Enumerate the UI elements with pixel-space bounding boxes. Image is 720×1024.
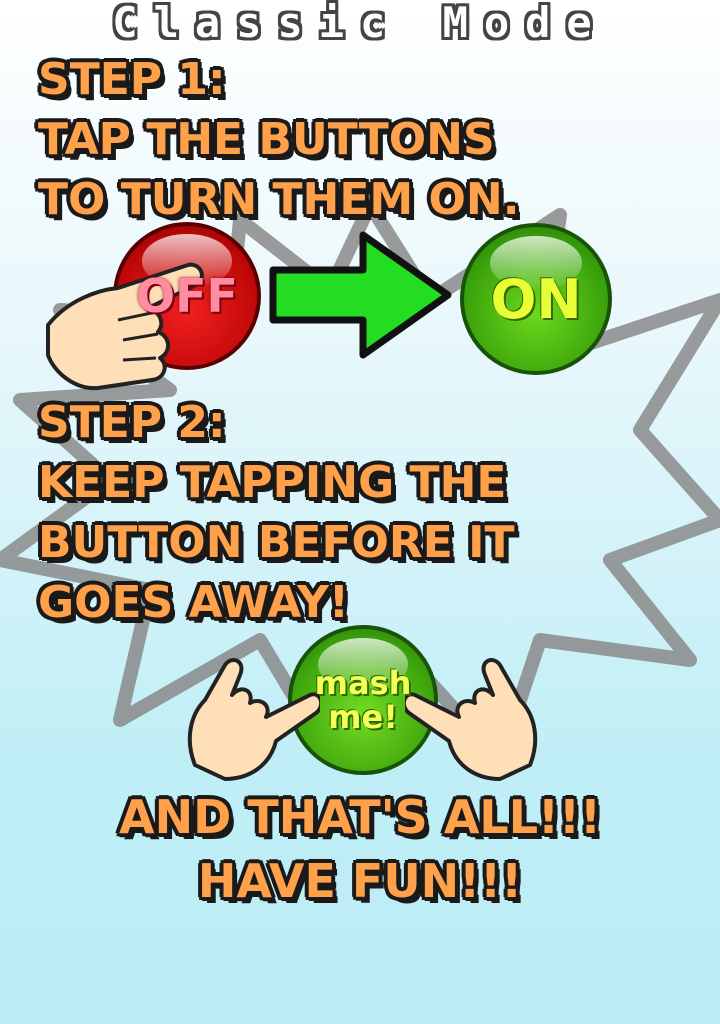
closing-line2: HAVE FUN!!! [197,854,523,908]
mash-label-line1: mash [314,664,412,702]
step1-line1: TAP THE BUTTONS [38,114,495,165]
closing-text: AND THAT'S ALL!!! HAVE FUN!!! [0,785,720,913]
arrow-right-icon [269,231,452,359]
on-button[interactable]: ON [460,223,612,375]
page-title: Classic Mode [112,0,608,47]
mash-me-button-label: mash me! [315,666,412,734]
on-button-label: ON [490,267,582,331]
step2-instructions: STEP 2: KEEP TAPPING THE BUTTON BEFORE I… [38,393,515,633]
tutorial-screen: Classic Mode STEP 1: TAP THE BUTTONS TO … [0,0,720,1024]
off-button-label: OFF [136,269,238,323]
step2-heading: STEP 2: [38,397,226,448]
step2-line3: GOES AWAY! [38,577,349,628]
step2-line1: KEEP TAPPING THE [38,457,507,508]
step2-line2: BUTTON BEFORE IT [38,517,515,568]
closing-line1: AND THAT'S ALL!!! [119,790,601,844]
mash-label-line2: me! [328,698,398,736]
pointing-hand-icon [187,658,320,781]
step1-heading: STEP 1: [38,54,226,105]
pointing-hand-icon [405,658,538,781]
step1-line2: TO TURN THEM ON. [38,174,520,225]
step1-instructions: STEP 1: TAP THE BUTTONS TO TURN THEM ON. [38,50,519,230]
